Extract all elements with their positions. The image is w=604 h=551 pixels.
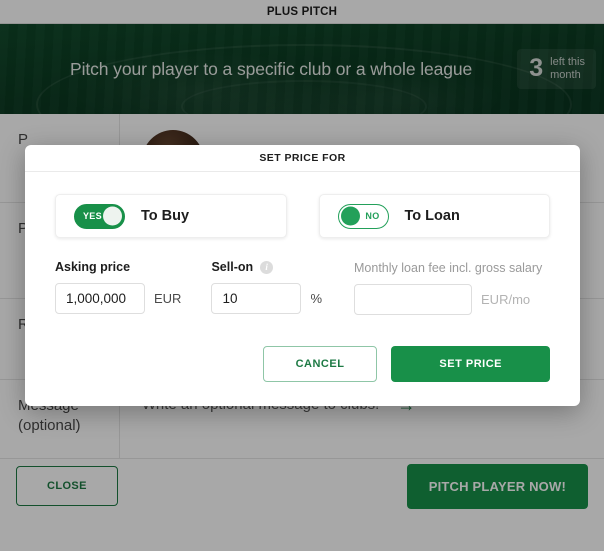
- loan-fee-label: Monthly loan fee incl. gross salary: [354, 261, 543, 275]
- sell-on-unit: %: [310, 291, 323, 306]
- cancel-button[interactable]: CANCEL: [262, 346, 378, 382]
- loan-fee-field: Monthly loan fee incl. gross salary EUR/…: [354, 261, 550, 315]
- sell-on-input[interactable]: [211, 283, 302, 314]
- sell-on-label-text: Sell-on: [211, 260, 254, 274]
- asking-price-input-wrap: EUR: [55, 283, 181, 314]
- to-buy-toggle-card[interactable]: YES To Buy: [55, 194, 287, 238]
- to-loan-switch[interactable]: NO: [337, 203, 389, 229]
- modal-body: YES To Buy NO To Loan Asking price 1,000…: [25, 172, 580, 346]
- asking-price-unit: EUR: [154, 291, 182, 306]
- asking-price-input[interactable]: [55, 283, 145, 314]
- to-loan-label: To Loan: [404, 208, 460, 224]
- toggle-row: YES To Buy NO To Loan: [55, 194, 550, 238]
- set-price-modal: SET PRICE FOR YES To Buy NO To Loan Aski…: [25, 145, 580, 406]
- fields-row: Asking price EUR Sell-on i: [55, 260, 550, 315]
- loan-fee-input-wrap: EUR/mo: [354, 284, 550, 315]
- buy-field-group: Asking price EUR Sell-on i: [55, 260, 322, 314]
- loan-fee-unit: EUR/mo: [481, 292, 531, 307]
- to-buy-switch-knob: [103, 206, 122, 226]
- set-price-button[interactable]: SET PRICE: [391, 346, 550, 382]
- to-loan-toggle-card[interactable]: NO To Loan: [318, 194, 550, 238]
- to-buy-label: To Buy: [141, 208, 190, 224]
- modal-title: SET PRICE FOR: [259, 152, 346, 164]
- modal-footer: CANCEL SET PRICE: [25, 346, 580, 406]
- to-loan-switch-state-label: NO: [365, 211, 380, 221]
- buy-fields-column: Asking price EUR Sell-on i: [55, 260, 322, 315]
- loan-fee-input[interactable]: [354, 284, 473, 315]
- to-buy-switch-state-label: YES: [83, 211, 102, 221]
- loan-fields-column: Monthly loan fee incl. gross salary EUR/…: [354, 260, 550, 315]
- sell-on-label: Sell-on i: [211, 260, 322, 274]
- asking-price-label: Asking price: [55, 260, 131, 274]
- sell-on-input-wrap: %: [211, 283, 322, 314]
- info-icon[interactable]: i: [260, 260, 274, 274]
- modal-header: SET PRICE FOR: [25, 145, 580, 172]
- to-loan-switch-knob: [340, 206, 360, 226]
- asking-price-field: Asking price EUR: [55, 260, 181, 314]
- sell-on-field: Sell-on i %: [211, 260, 322, 314]
- to-buy-switch[interactable]: YES: [74, 203, 125, 229]
